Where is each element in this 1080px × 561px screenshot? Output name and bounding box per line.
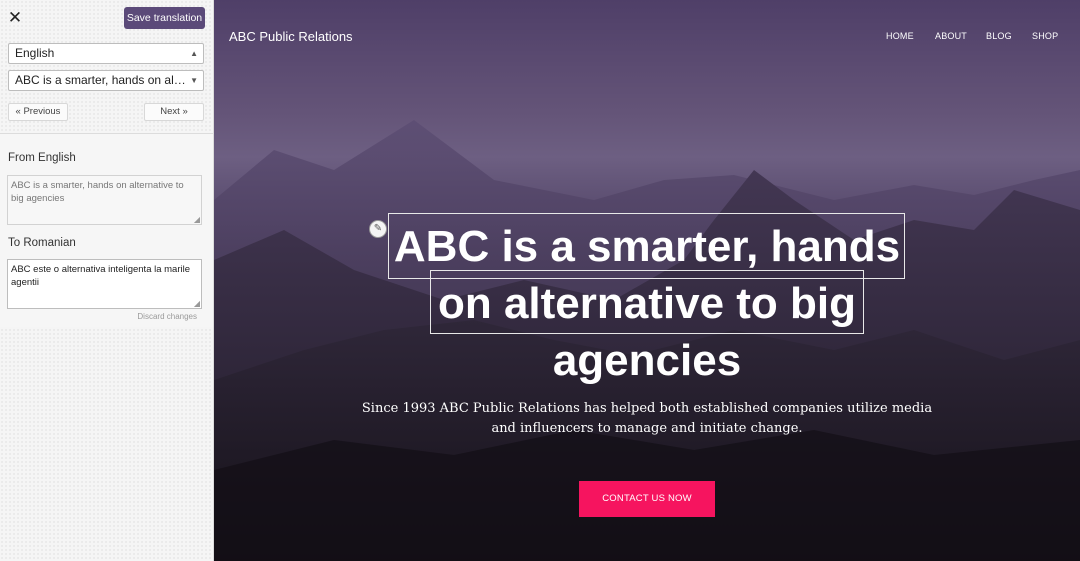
chevron-down-icon: ▼ [190, 76, 198, 85]
source-text: ABC is a smarter, hands on alternative t… [11, 180, 184, 204]
resize-grip-icon[interactable]: ◢ [194, 300, 200, 308]
nav-blog[interactable]: BLOG [986, 31, 1012, 41]
translation-sidebar: ✕ Save translation English ▲ ABC is a sm… [0, 0, 214, 561]
string-select[interactable]: ABC is a smarter, hands on alter... ▼ [8, 70, 204, 91]
translation-panel: From English ABC is a smarter, hands on … [0, 134, 213, 327]
language-select[interactable]: English ▲ [8, 43, 204, 64]
translation-textarea[interactable]: ABC este o alternativa inteligenta la ma… [7, 259, 202, 309]
save-translation-button[interactable]: Save translation [124, 7, 205, 29]
target-text: ABC este o alternativa inteligenta la ma… [11, 264, 191, 288]
nav-about[interactable]: ABOUT [935, 31, 967, 41]
nav-shop[interactable]: SHOP [1032, 31, 1058, 41]
resize-grip-icon: ◢ [193, 215, 200, 224]
hero-headline[interactable]: ABC is a smarter, hands on alternative t… [314, 218, 980, 389]
close-icon[interactable]: ✕ [6, 9, 24, 27]
headline-line: agencies [552, 336, 742, 385]
from-label: From English [8, 152, 76, 164]
headline-line: ABC is a smarter, hands [393, 222, 901, 271]
language-select-value: English [15, 46, 55, 60]
previous-button[interactable]: « Previous [8, 103, 68, 121]
to-label: To Romanian [8, 237, 76, 249]
string-select-value: ABC is a smarter, hands on alter... [15, 73, 187, 87]
contact-us-button[interactable]: CONTACT US NOW [579, 481, 715, 517]
discard-changes-link[interactable]: Discard changes [137, 312, 197, 321]
chevron-down-icon: ▲ [190, 49, 198, 58]
site-title[interactable]: ABC Public Relations [229, 29, 353, 44]
nav-home[interactable]: HOME [886, 31, 914, 41]
site-preview: ABC Public Relations HOME ABOUT BLOG SHO… [214, 0, 1080, 561]
sidebar-header: ✕ Save translation English ▲ ABC is a sm… [0, 0, 213, 133]
next-button[interactable]: Next » [144, 103, 204, 121]
source-text-field: ABC is a smarter, hands on alternative t… [7, 175, 202, 225]
headline-line: on alternative to big [437, 279, 857, 328]
hero-subtext: Since 1993 ABC Public Relations has help… [361, 401, 933, 436]
